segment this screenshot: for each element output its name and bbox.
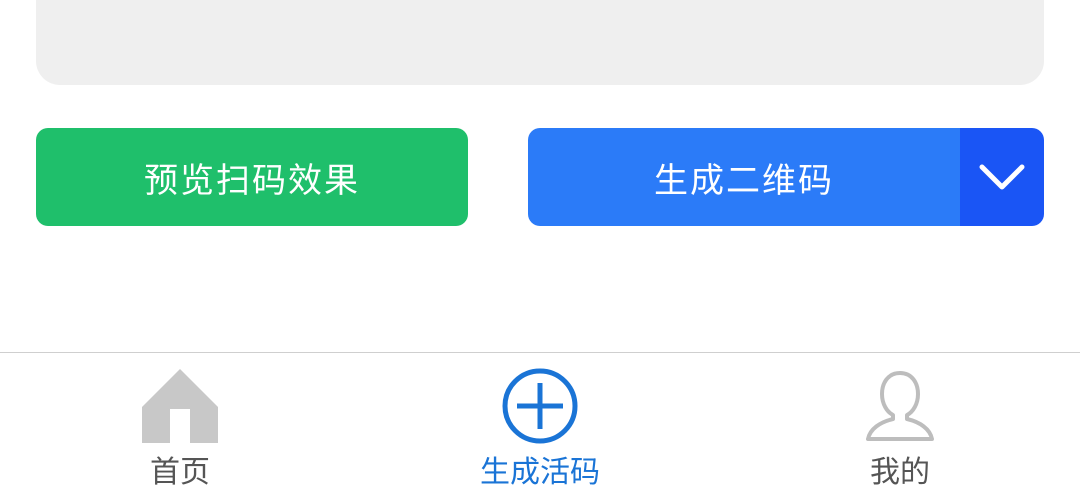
- home-icon: [142, 369, 218, 443]
- generate-qr-button[interactable]: 生成二维码: [528, 128, 960, 226]
- chevron-down-icon: [979, 164, 1025, 190]
- preview-scan-button-label: 预览扫码效果: [144, 160, 360, 201]
- tab-home-label: 首页: [150, 455, 210, 490]
- tab-mine-label: 我的: [870, 455, 930, 490]
- page: 预览扫码效果 生成二维码 首页 生成活码 我的: [0, 0, 1080, 499]
- tab-mine[interactable]: 我的: [720, 353, 1080, 499]
- tab-create-label: 生成活码: [480, 455, 600, 490]
- generate-qr-button-label: 生成二维码: [654, 160, 834, 201]
- add-circle-icon: [502, 368, 578, 444]
- bottom-tab-bar: 首页 生成活码 我的: [0, 352, 1080, 499]
- generate-options-dropdown-button[interactable]: [960, 128, 1044, 226]
- tab-home[interactable]: 首页: [0, 353, 360, 499]
- tab-create-dynamic-code[interactable]: 生成活码: [360, 353, 720, 499]
- preview-scan-button[interactable]: 预览扫码效果: [36, 128, 468, 226]
- content-input-area[interactable]: [36, 0, 1044, 85]
- user-icon: [866, 371, 934, 441]
